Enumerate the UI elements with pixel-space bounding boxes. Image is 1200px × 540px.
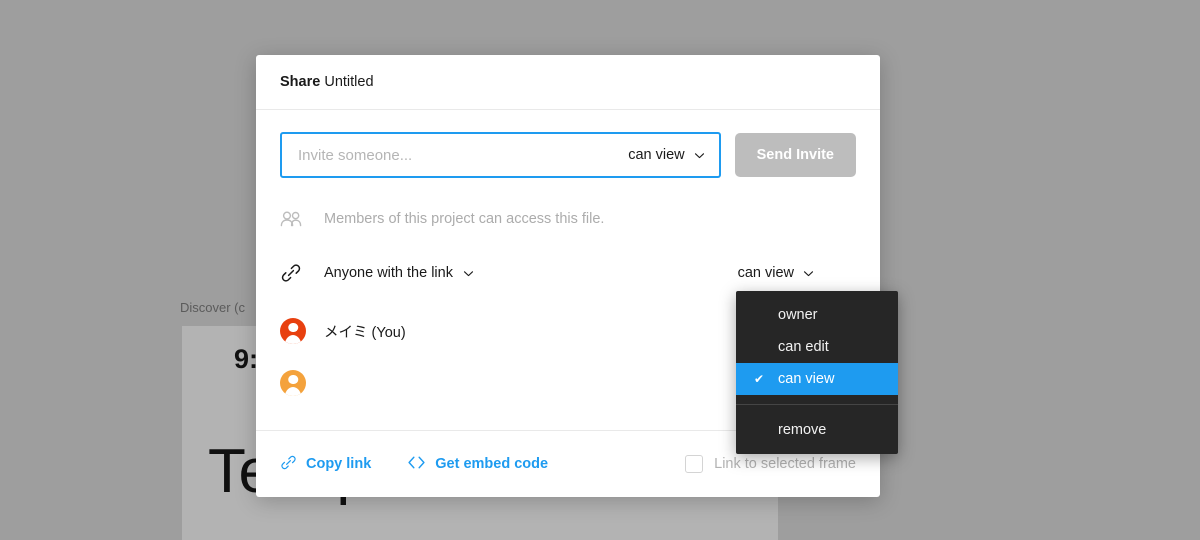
invite-field[interactable]: can view xyxy=(280,132,721,178)
invite-role-label: can view xyxy=(628,147,685,163)
embed-label: Get embed code xyxy=(435,456,549,472)
link-to-frame-checkbox-wrap[interactable]: Link to selected frame xyxy=(685,455,856,473)
link-row-left: Anyone with the link xyxy=(280,262,720,284)
invite-row: can view Send Invite xyxy=(280,132,856,178)
avatar xyxy=(280,318,306,344)
link-scope-label: Anyone with the link xyxy=(324,265,453,281)
person-name: メイミ (You) xyxy=(324,324,406,341)
avatar xyxy=(280,370,306,396)
link-icon xyxy=(280,262,306,284)
menu-item-label: can edit xyxy=(778,339,829,355)
members-icon xyxy=(280,211,306,227)
link-to-frame-label: Link to selected frame xyxy=(714,456,856,472)
copy-link-label: Copy link xyxy=(306,456,372,472)
modal-title-bold: Share xyxy=(280,74,321,90)
link-row: Anyone with the link can view xyxy=(280,259,856,287)
code-brackets-icon xyxy=(407,455,426,474)
link-to-frame-checkbox[interactable] xyxy=(685,455,704,473)
role-dropdown-menu: owner can edit ✔ can view remove xyxy=(736,291,898,454)
background-status-time: 9: xyxy=(234,344,259,374)
invite-role-select[interactable]: can view xyxy=(628,147,704,163)
invite-input[interactable] xyxy=(298,146,629,164)
get-embed-code-button[interactable]: Get embed code xyxy=(407,455,548,474)
members-note-label: Members of this project can access this … xyxy=(324,211,605,227)
send-invite-button[interactable]: Send Invite xyxy=(734,133,856,177)
menu-item-can-edit[interactable]: can edit xyxy=(736,331,898,363)
chevron-down-icon xyxy=(803,268,814,279)
chevron-down-icon xyxy=(463,268,474,279)
link-scope-select[interactable]: Anyone with the link xyxy=(324,265,474,281)
modal-title-rest: Untitled xyxy=(320,74,374,90)
link-role-label: can view xyxy=(737,265,794,281)
menu-item-can-view[interactable]: ✔ can view xyxy=(736,363,898,395)
menu-item-owner[interactable]: owner xyxy=(736,299,898,331)
modal-header: Share Untitled xyxy=(256,55,880,110)
members-note-row: Members of this project can access this … xyxy=(280,205,856,233)
menu-item-label: remove xyxy=(778,422,827,438)
menu-item-label: can view xyxy=(778,371,835,387)
menu-separator xyxy=(736,404,898,405)
check-icon: ✔ xyxy=(754,372,765,386)
menu-item-remove[interactable]: remove xyxy=(736,414,898,446)
link-role-select[interactable]: can view xyxy=(738,265,814,281)
modal-title: Share Untitled xyxy=(280,74,374,90)
link-icon xyxy=(280,454,297,475)
menu-item-label: owner xyxy=(778,307,818,323)
background-frame-label: Discover (c xyxy=(180,300,246,315)
chevron-down-icon xyxy=(694,150,705,161)
copy-link-button[interactable]: Copy link xyxy=(280,454,371,475)
